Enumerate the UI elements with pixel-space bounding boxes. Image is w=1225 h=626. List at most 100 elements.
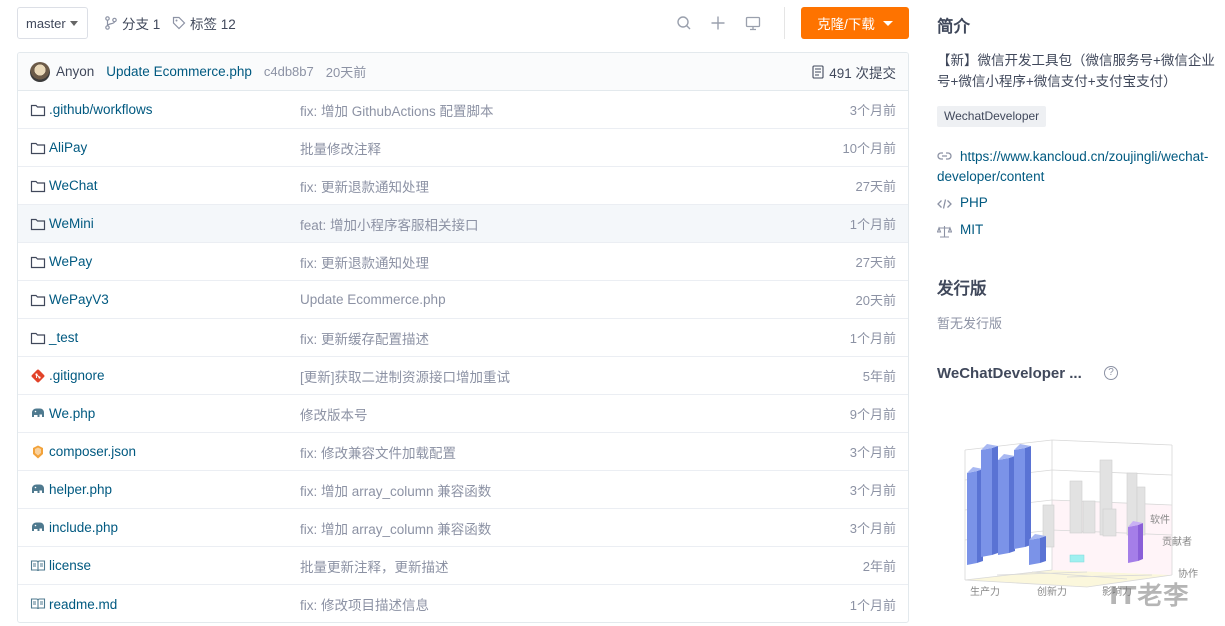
file-name[interactable]: composer.json — [49, 444, 136, 459]
file-row[interactable]: .gitignore [更新]获取二进制资源接口增加重试 5年前 — [18, 357, 908, 395]
file-name[interactable]: helper.php — [49, 482, 112, 497]
file-name[interactable]: .gitignore — [49, 368, 105, 383]
search-icon[interactable] — [675, 14, 693, 32]
folder-icon — [30, 178, 46, 194]
file-name[interactable]: WeChat — [49, 178, 98, 193]
file-row[interactable]: WePayV3 Update Ecommerce.php 20天前 — [18, 281, 908, 319]
file-name[interactable]: WePayV3 — [49, 292, 109, 307]
file-commit-message[interactable]: fix: 修改兼容文件加载配置 — [300, 442, 456, 462]
axis-label-software: 软件 — [1150, 513, 1170, 526]
folder-icon — [30, 330, 46, 346]
commits-link[interactable]: 491 次提交 — [812, 53, 896, 91]
file-commit-message[interactable]: fix: 增加 GithubActions 配置脚本 — [300, 100, 494, 120]
file-commit-message[interactable]: feat: 增加小程序客服相关接口 — [300, 214, 479, 234]
chart-bar — [981, 448, 992, 557]
branch-label: master — [26, 15, 66, 31]
file-row[interactable]: We.php 修改版本号 9个月前 — [18, 395, 908, 433]
folder-icon — [30, 254, 46, 270]
chart-bar — [1138, 523, 1143, 561]
file-row[interactable]: readme.md fix: 修改项目描述信息 1个月前 — [18, 585, 908, 622]
file-commit-message[interactable]: fix: 增加 array_column 兼容函数 — [300, 480, 491, 500]
chart-bar — [1014, 448, 1025, 549]
watermark: IT老李 — [1109, 581, 1190, 610]
file-commit-message[interactable]: fix: 修改项目描述信息 — [300, 594, 429, 614]
license-label: MIT — [960, 222, 984, 237]
php-elephant-icon — [30, 406, 46, 422]
web-ide-icon[interactable] — [744, 14, 762, 32]
commit-author[interactable]: Anyon — [56, 64, 94, 79]
folder-icon — [30, 292, 46, 308]
homepage-url[interactable]: https://www.kancloud.cn/zoujingli/wechat… — [937, 147, 1217, 187]
file-row[interactable]: AliPay 批量修改注释 10个月前 — [18, 129, 908, 167]
file-commit-message[interactable]: 批量修改注释 — [300, 138, 381, 158]
gvp-title[interactable]: WeChatDeveloper ... — [937, 365, 1082, 382]
file-row[interactable]: WeMini feat: 增加小程序客服相关接口 1个月前 — [18, 205, 908, 243]
file-row[interactable]: license 批量更新注释，更新描述 2年前 — [18, 547, 908, 585]
file-row[interactable]: include.php fix: 增加 array_column 兼容函数 3个月前 — [18, 509, 908, 547]
file-commit-time: 20天前 — [855, 293, 896, 308]
file-name[interactable]: We.php — [49, 406, 95, 421]
file-commit-time: 2年前 — [862, 559, 896, 574]
chart-bar — [1102, 508, 1117, 537]
file-commit-message[interactable]: fix: 更新退款通知处理 — [300, 176, 429, 196]
file-name[interactable]: _test — [49, 330, 78, 345]
file-commit-message[interactable]: fix: 增加 array_column 兼容函数 — [300, 518, 491, 538]
release-empty: 暂无发行版 — [937, 316, 1003, 331]
file-name[interactable]: license — [49, 558, 91, 573]
file-commit-message[interactable]: Update Ecommerce.php — [300, 292, 446, 307]
toolbar-divider — [784, 7, 785, 39]
file-commit-message[interactable]: 修改版本号 — [300, 404, 368, 424]
file-commit-message[interactable]: fix: 更新缓存配置描述 — [300, 328, 429, 348]
file-commit-time: 3个月前 — [849, 521, 896, 536]
clone-label: 克隆/下载 — [817, 17, 875, 32]
file-commit-time: 10个月前 — [842, 141, 896, 156]
commit-message[interactable]: Update Ecommerce.php — [106, 64, 252, 79]
clone-download-button[interactable]: 克隆/下载 — [801, 7, 909, 39]
branch-select[interactable]: master — [17, 7, 88, 39]
file-row[interactable]: WeChat fix: 更新退款通知处理 27天前 — [18, 167, 908, 205]
chart-bar — [1082, 500, 1096, 534]
file-name[interactable]: WeMini — [49, 216, 94, 231]
branches-link[interactable]: 分支 1 — [104, 7, 160, 39]
file-commit-time: 3个月前 — [849, 103, 896, 118]
file-commit-message[interactable]: fix: 更新退款通知处理 — [300, 252, 429, 272]
language-item[interactable]: PHP — [937, 195, 988, 210]
file-row[interactable]: _test fix: 更新缓存配置描述 1个月前 — [18, 319, 908, 357]
avatar[interactable] — [30, 61, 50, 82]
file-name[interactable]: include.php — [49, 520, 118, 535]
file-name[interactable]: readme.md — [49, 597, 117, 612]
file-name[interactable]: .github/workflows — [49, 102, 153, 117]
book-icon — [30, 558, 46, 574]
file-commit-time: 1个月前 — [849, 331, 896, 346]
file-commit-time: 3个月前 — [849, 445, 896, 460]
file-commit-message[interactable]: [更新]获取二进制资源接口增加重试 — [300, 366, 510, 386]
file-name[interactable]: WePay — [49, 254, 92, 269]
file-row[interactable]: helper.php fix: 增加 array_column 兼容函数 3个月前 — [18, 471, 908, 509]
file-name[interactable]: AliPay — [49, 140, 87, 155]
homepage-url-wrap: https://www.kancloud.cn/zoujingli/wechat… — [937, 147, 1217, 187]
commit-time: 20天前 — [325, 65, 367, 80]
axis-label-productivity: 生产力 — [970, 585, 1000, 598]
language-label: PHP — [960, 195, 988, 210]
chart-bar — [1069, 480, 1083, 534]
chart-bar — [1029, 538, 1040, 565]
commit-hash[interactable]: c4db8b7 — [264, 64, 314, 79]
chart-bar — [1128, 525, 1138, 563]
file-commit-message[interactable]: 批量更新注释，更新描述 — [300, 556, 449, 576]
file-commit-time: 9个月前 — [849, 407, 896, 422]
folder-icon — [30, 102, 46, 118]
file-row[interactable]: WePay fix: 更新退款通知处理 27天前 — [18, 243, 908, 281]
file-commit-time: 1个月前 — [849, 217, 896, 232]
topic-tag[interactable]: WechatDeveloper — [937, 106, 1047, 127]
chart-bar — [1025, 446, 1031, 547]
file-row[interactable]: composer.json fix: 修改兼容文件加载配置 3个月前 — [18, 433, 908, 471]
license-item[interactable]: MIT — [937, 222, 983, 238]
tags-link[interactable]: 标签 12 — [172, 7, 236, 39]
tag-icon — [172, 16, 186, 30]
caret-down-icon — [882, 20, 893, 26]
help-icon[interactable]: ? — [1104, 366, 1118, 380]
release-title: 发行版 — [937, 280, 987, 298]
file-row[interactable]: .github/workflows fix: 增加 GithubActions 配… — [18, 91, 908, 129]
add-file-icon[interactable] — [709, 14, 727, 32]
chart-bar — [992, 446, 998, 555]
